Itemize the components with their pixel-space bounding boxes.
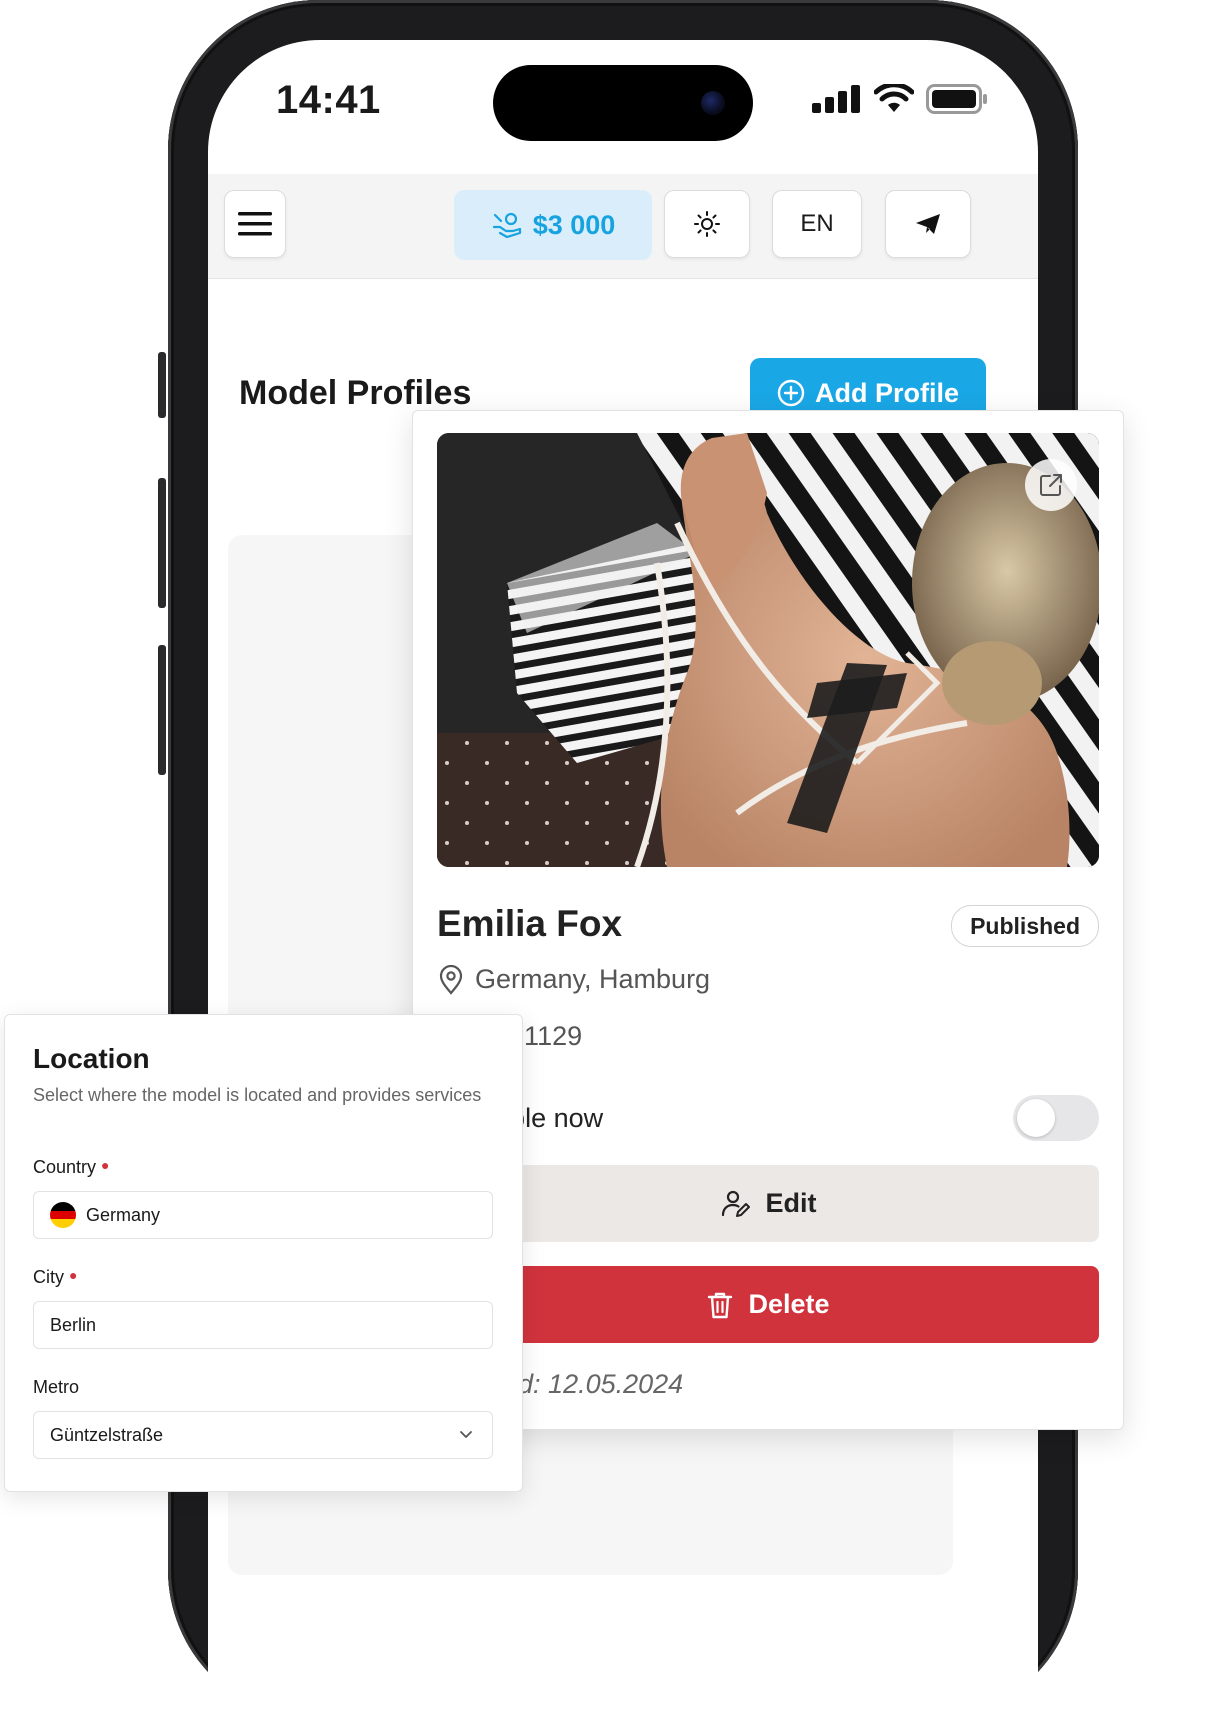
country-select[interactable]: Germany <box>33 1191 493 1239</box>
status-time: 14:41 <box>276 78 381 122</box>
city-input[interactable]: Berlin <box>33 1301 493 1349</box>
user-edit-icon <box>721 1190 750 1217</box>
sun-icon <box>694 211 720 237</box>
volume-up-button <box>158 478 166 608</box>
available-toggle[interactable] <box>1013 1095 1099 1141</box>
language-button[interactable]: EN <box>772 190 862 258</box>
profile-photo[interactable] <box>437 433 1099 867</box>
metro-select[interactable]: Güntzelstraße <box>33 1411 493 1459</box>
page-title: Model Profiles <box>239 374 472 412</box>
location-description: Select where the model is located and pr… <box>33 1085 482 1105</box>
map-pin-icon <box>439 964 463 995</box>
theme-toggle-button[interactable] <box>664 190 750 258</box>
plus-circle-icon <box>777 379 805 407</box>
battery-icon <box>926 84 987 114</box>
metro-value: Güntzelstraße <box>50 1424 164 1445</box>
chevron-down-icon <box>460 1431 472 1438</box>
profile-location: Germany, Hamburg <box>437 964 710 995</box>
edit-label: Edit <box>765 1188 817 1218</box>
city-label: City ● <box>33 1267 77 1288</box>
country-value: Germany <box>86 1204 161 1225</box>
location-panel: Location Select where the model is locat… <box>4 1014 523 1492</box>
status-badge: Published <box>951 905 1099 947</box>
city-label-text: City <box>33 1267 64 1287</box>
balance-chip[interactable]: $3 000 <box>454 190 652 260</box>
required-marker: ● <box>69 1267 78 1283</box>
menu-icon <box>238 212 272 236</box>
menu-button[interactable] <box>224 190 286 258</box>
wifi-icon <box>874 84 914 112</box>
germany-flag-icon <box>50 1202 76 1228</box>
profile-location-text: Germany, Hamburg <box>475 964 711 994</box>
delete-label: Delete <box>748 1289 830 1319</box>
language-label: EN <box>800 210 834 237</box>
cellular-signal-icon <box>812 85 860 113</box>
trash-icon <box>708 1292 733 1318</box>
telegram-button[interactable] <box>885 190 971 258</box>
money-hand-icon <box>492 212 521 239</box>
camera-icon <box>701 91 725 115</box>
add-profile-label: Add Profile <box>814 377 959 408</box>
metro-label: Metro <box>33 1377 80 1397</box>
send-icon <box>916 214 940 234</box>
app-header: $3 000 EN <box>208 174 1038 279</box>
location-title: Location <box>33 1043 150 1074</box>
mute-switch <box>158 352 166 418</box>
balance-amount: $3 000 <box>532 209 616 240</box>
country-label: Country ● <box>33 1157 110 1178</box>
city-value: Berlin <box>50 1314 97 1335</box>
external-link-icon <box>1040 474 1062 496</box>
country-label-text: Country <box>33 1157 97 1177</box>
profile-name: Emilia Fox <box>437 903 623 944</box>
edit-button[interactable]: Edit <box>437 1165 1099 1242</box>
volume-down-button <box>158 645 166 775</box>
delete-button[interactable]: Delete <box>437 1266 1099 1343</box>
required-marker: ● <box>101 1157 110 1173</box>
status-icons <box>812 84 988 114</box>
toggle-knob <box>1017 1099 1055 1137</box>
profile-photo-image <box>437 433 1099 867</box>
open-external-button[interactable] <box>1025 459 1077 511</box>
dynamic-island <box>493 65 753 141</box>
